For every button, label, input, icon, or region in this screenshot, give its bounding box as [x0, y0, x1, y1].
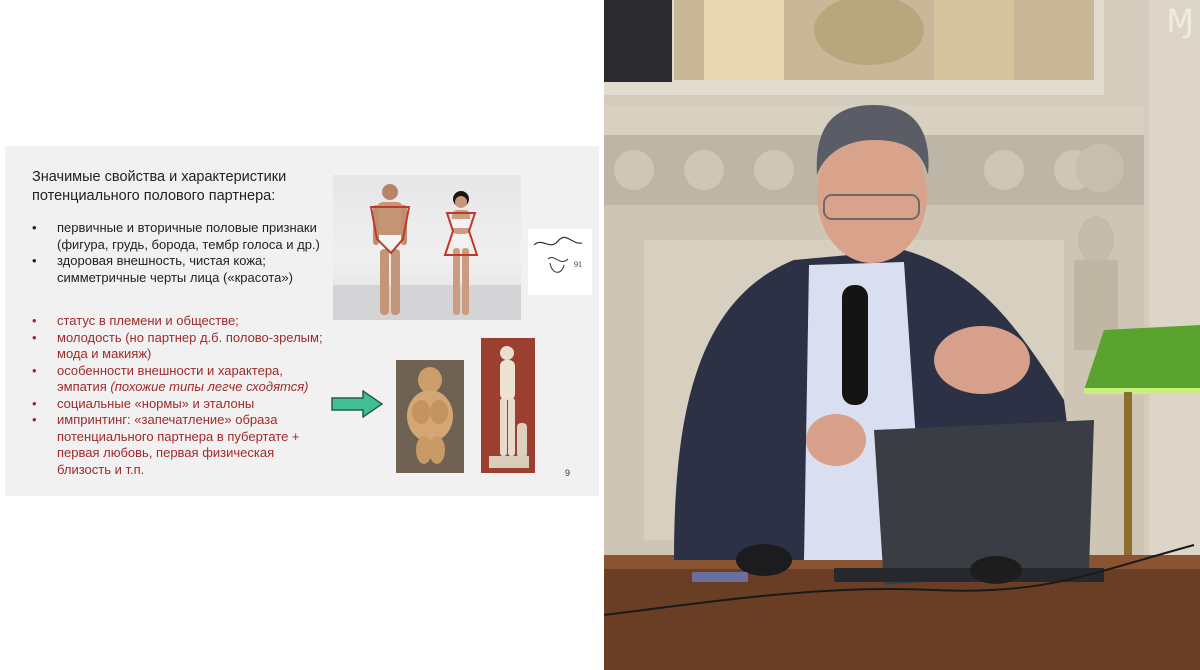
signature-number: 91 [574, 260, 582, 269]
aphrodite-statue-photo [481, 338, 535, 473]
venus-figurine-photo [396, 360, 464, 473]
video-panel: Ɱ [604, 0, 1200, 670]
bullet-item: • здоровая внешность, чистая кожа; симмет… [30, 253, 330, 286]
channel-logo: Ɱ [1166, 3, 1194, 39]
bullet-item: • молодость (но партнер д.б. полово-зрелы… [30, 330, 330, 363]
presentation-panel: Значимые свойства и характеристики потен… [0, 0, 604, 670]
bullet-text: импринтинг: «запечатление» образа потенц… [57, 412, 300, 477]
bullet-icon: • [32, 362, 37, 378]
bullet-icon: • [32, 253, 37, 268]
bullet-text: статус в племени и обществе; [57, 313, 239, 328]
bullet-icon: • [32, 329, 37, 345]
bullet-text: молодость (но партнер д.б. полово-зрелым… [57, 329, 323, 362]
bullet-list-black: • первичные и вторичные половые признаки … [30, 220, 330, 286]
venus-figurine-illustration [396, 360, 464, 473]
signature-drawing: 91 [533, 236, 583, 273]
bullet-emphasis: (похожие типы легче сходятся) [110, 379, 309, 394]
bullet-item: • первичные и вторичные половые признаки … [30, 220, 330, 253]
slide-title: Значимые свойства и характеристики потен… [32, 169, 287, 204]
models-photo [333, 175, 521, 320]
slide: Значимые свойства и характеристики потен… [5, 146, 599, 496]
bullet-item: • особенности внешности и характера, эмпа… [30, 363, 330, 396]
bullet-icon: • [32, 412, 37, 427]
speaker-scene [604, 0, 1200, 670]
bullet-item: • социальные «нормы» и эталоны [30, 396, 330, 413]
bullet-icon: • [32, 313, 37, 328]
bullet-text: здоровая внешность, чистая кожа; симметр… [57, 253, 293, 285]
bullet-list-red: • статус в племени и обществе; • молодость… [30, 313, 330, 478]
aphrodite-statue-illustration [481, 338, 535, 473]
bullet-item: • статус в племени и обществе; [30, 313, 330, 330]
models-illustration [333, 184, 521, 320]
bullet-icon: • [32, 220, 37, 235]
slide-page-number: 9 [565, 468, 571, 478]
bullet-item: • импринтинг: «запечатление» образа потен… [30, 412, 330, 478]
bullet-text: первичные и вторичные половые признаки (… [57, 220, 320, 252]
bullet-text: социальные «нормы» и эталоны [57, 395, 255, 411]
bullet-icon: • [32, 395, 37, 411]
arrow-right-icon [331, 390, 383, 418]
signature-image: 91 [528, 229, 592, 295]
